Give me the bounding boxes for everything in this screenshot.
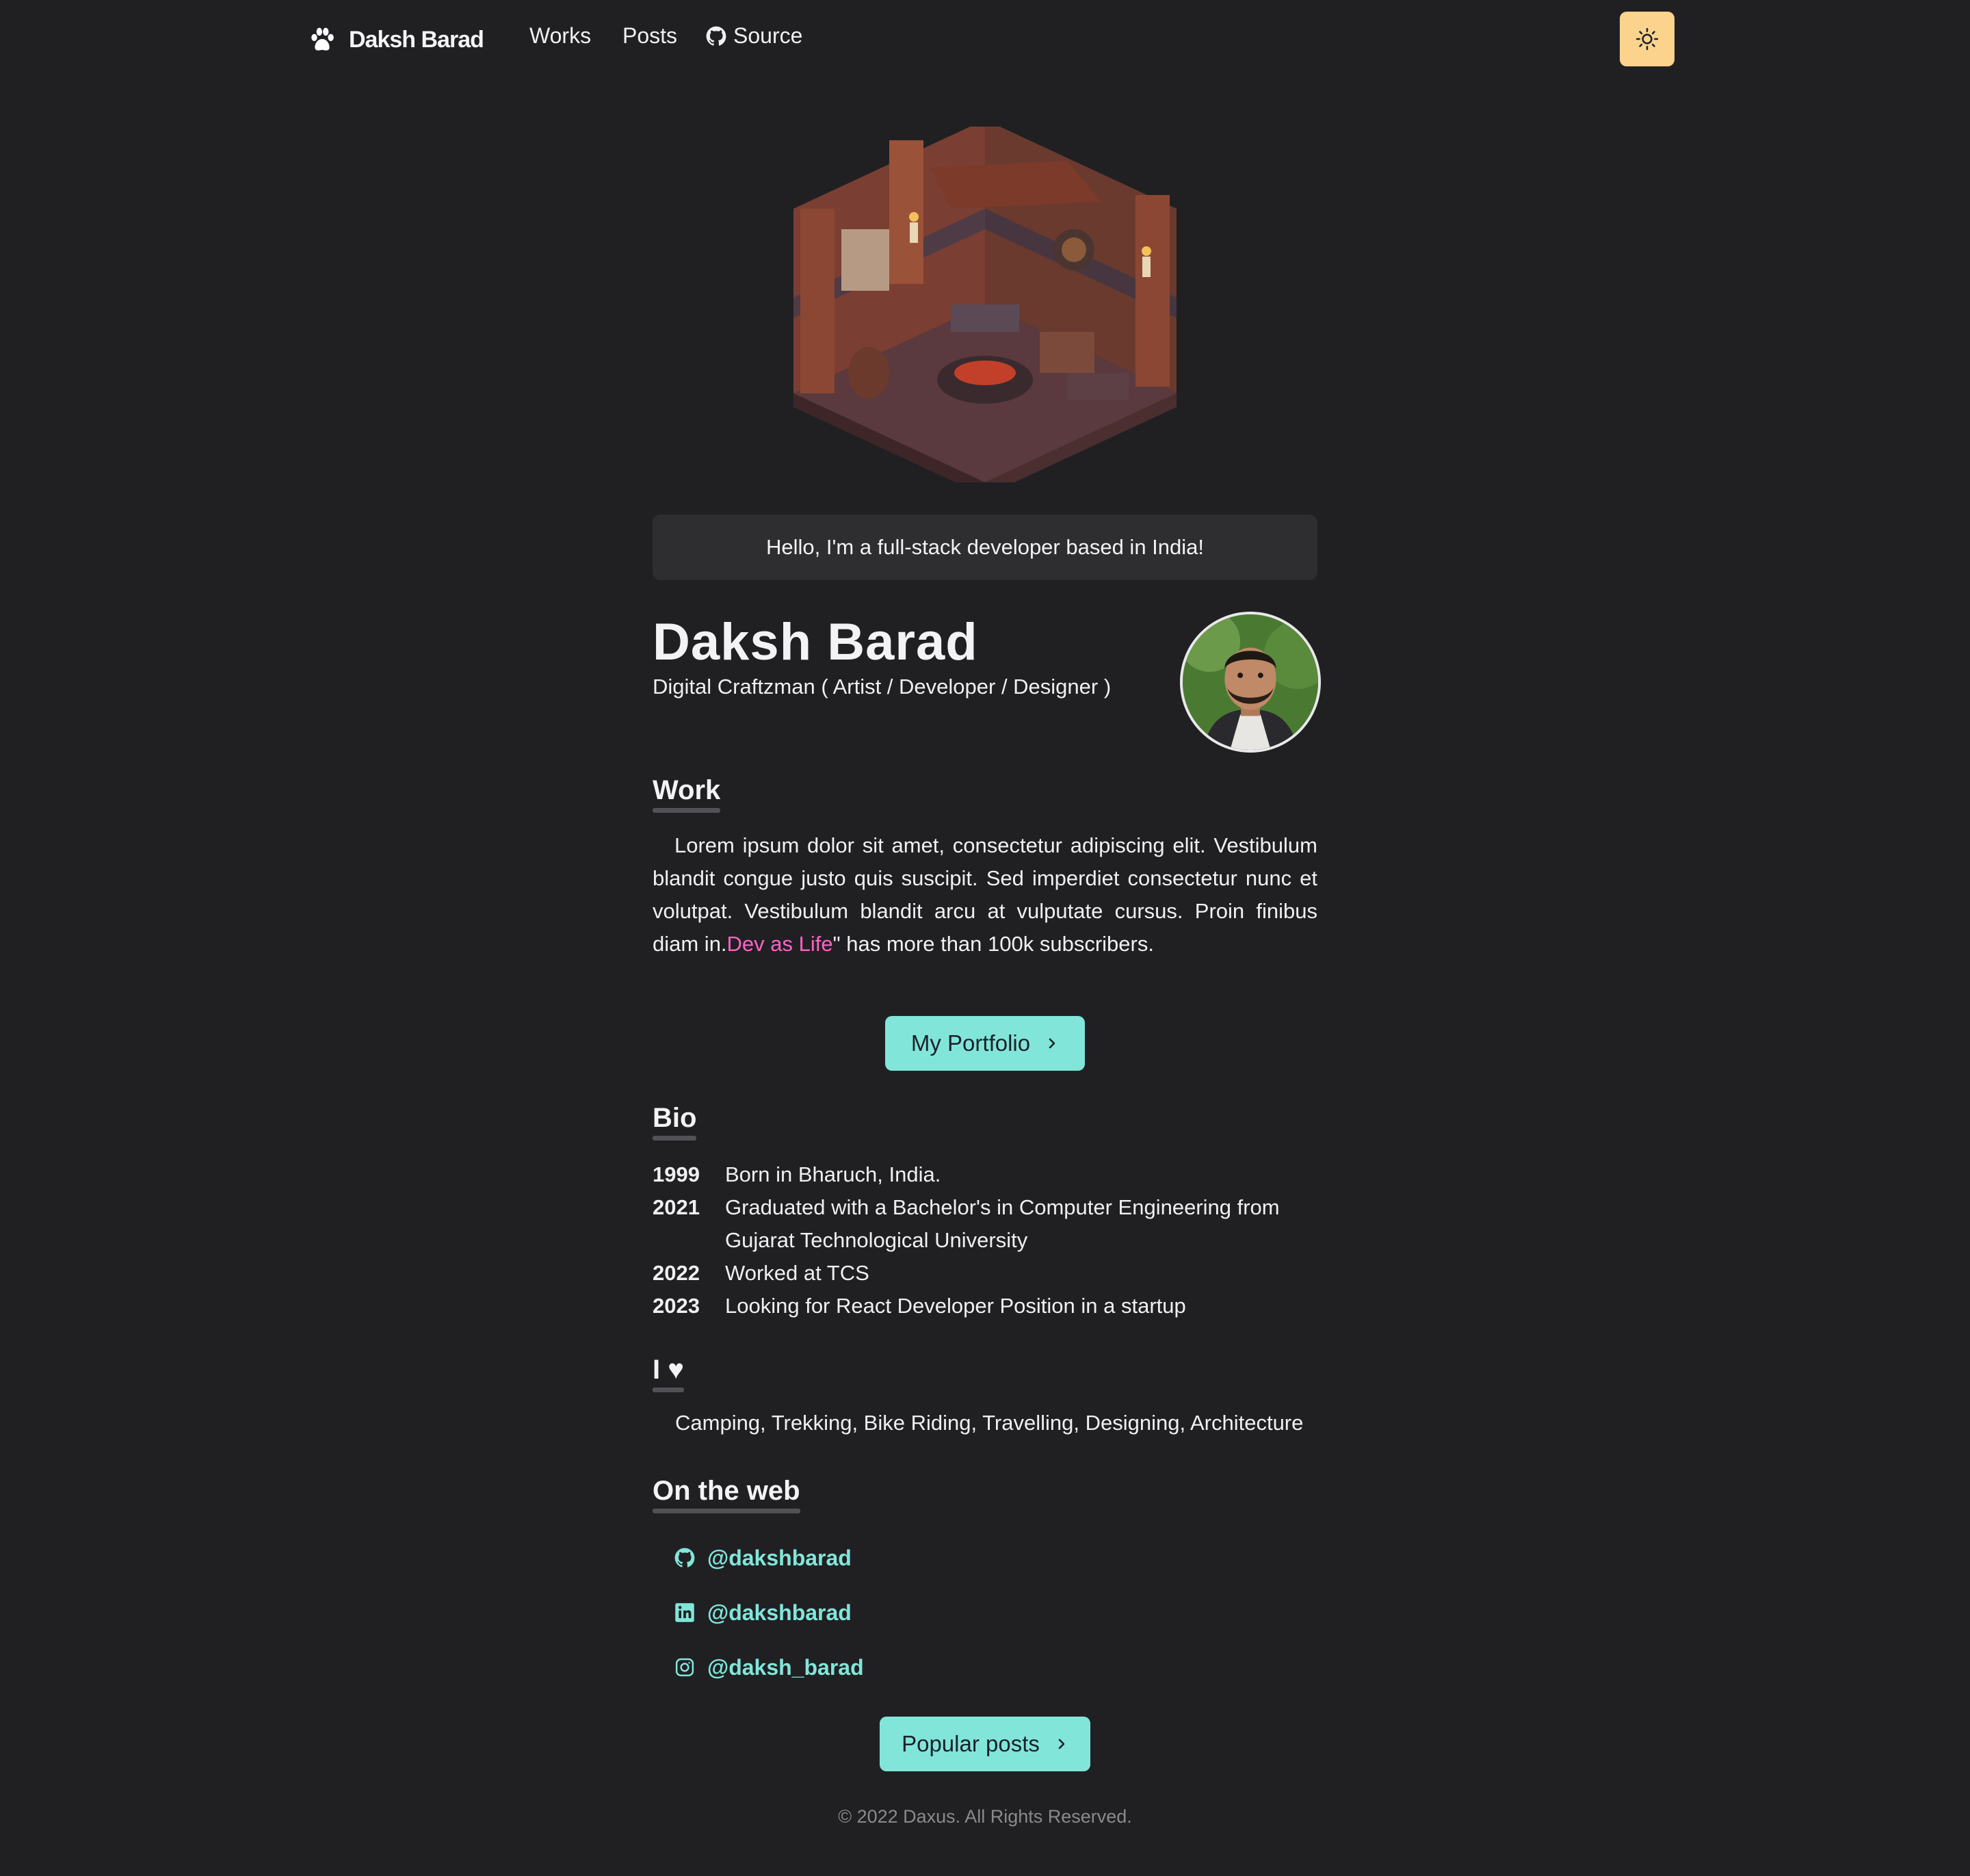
navbar: Daksh Barad Works Posts Source [0, 0, 1970, 77]
bio-text: Looking for React Developer Position in … [725, 1294, 1186, 1318]
profile-name: Daksh Barad [653, 613, 978, 671]
hobbies-text: Camping, Trekking, Bike Riding, Travelli… [675, 1411, 1304, 1435]
theme-toggle-button[interactable] [1620, 12, 1674, 66]
instagram-icon [675, 1658, 694, 1677]
nav-link-label: Works [529, 23, 592, 48]
bio-entry: 1999 Born in Bharuch, India. [653, 1158, 1317, 1191]
linkedin-handle: @dakshbarad [707, 1600, 852, 1625]
instagram-profile-link[interactable]: @daksh_barad [674, 1650, 864, 1684]
nav-link-label: Posts [622, 23, 678, 48]
bio-entry: 2021 Graduated with a Bachelor's in Comp… [653, 1191, 1306, 1257]
footer: © 2022 Daxus. All Rights Reserved. [0, 1806, 1970, 1827]
my-portfolio-label: My Portfolio [910, 1030, 1031, 1056]
greeting-banner: Hello, I'm a full-stack developer based … [653, 514, 1317, 580]
linkedin-profile-link[interactable]: @dakshbarad [674, 1595, 852, 1630]
nav-link-posts[interactable]: Posts [622, 23, 677, 49]
bio-year: 2023 [653, 1294, 700, 1318]
profile-role: Digital Craftzman ( Artist / Developer /… [653, 675, 1112, 699]
logo-link[interactable]: Daksh Barad [308, 21, 484, 59]
sun-icon [1636, 27, 1659, 51]
copyright-text: © 2022 Daxus. All Rights Reserved. [838, 1806, 1132, 1827]
hero-voxel-room-image [780, 120, 1190, 496]
instagram-handle: @daksh_barad [707, 1654, 864, 1680]
bio-text: Born in Bharuch, India. [725, 1162, 941, 1186]
chevron-right-icon [1058, 1738, 1065, 1749]
section-title-love: I ♥ [653, 1355, 684, 1392]
bio-year: 2022 [653, 1261, 700, 1285]
linkedin-icon [675, 1603, 694, 1622]
avatar [1180, 612, 1321, 753]
work-paragraph: Lorem ipsum dolor sit amet, consectetur … [653, 829, 1317, 961]
github-handle: @dakshbarad [707, 1545, 852, 1570]
bio-year: 1999 [653, 1162, 700, 1186]
chevron-right-icon [1049, 1038, 1055, 1049]
bio-entry: 2023 Looking for React Developer Positio… [653, 1290, 1317, 1323]
logo-text: Daksh Barad [349, 26, 484, 53]
bio-entry: 2022 Worked at TCS [653, 1257, 1317, 1290]
my-portfolio-button[interactable]: My Portfolio [885, 1016, 1085, 1071]
work-text-end: " has more than 100k subscribers. [832, 932, 1154, 956]
bio-text: Graduated with a Bachelor's in Computer … [725, 1195, 1280, 1252]
github-icon [674, 1548, 695, 1567]
paw-icon [311, 27, 334, 51]
section-title-bio: Bio [653, 1103, 697, 1141]
popular-posts-label: Popular posts [902, 1731, 1040, 1756]
nav-link-label: Source [733, 23, 803, 48]
github-icon [706, 26, 726, 46]
nav-link-works[interactable]: Works [529, 23, 591, 49]
dev-as-life-link[interactable]: Dev as Life [727, 932, 833, 956]
bio-text: Worked at TCS [725, 1261, 869, 1285]
github-profile-link[interactable]: @dakshbarad [674, 1541, 852, 1575]
popular-posts-button[interactable]: Popular posts [880, 1717, 1090, 1771]
section-title-work: Work [653, 775, 721, 813]
section-title-web: On the web [653, 1476, 800, 1513]
greeting-text: Hello, I'm a full-stack developer based … [765, 535, 1205, 559]
nav-link-source[interactable]: Source [706, 23, 802, 49]
bio-year: 2021 [653, 1195, 700, 1219]
